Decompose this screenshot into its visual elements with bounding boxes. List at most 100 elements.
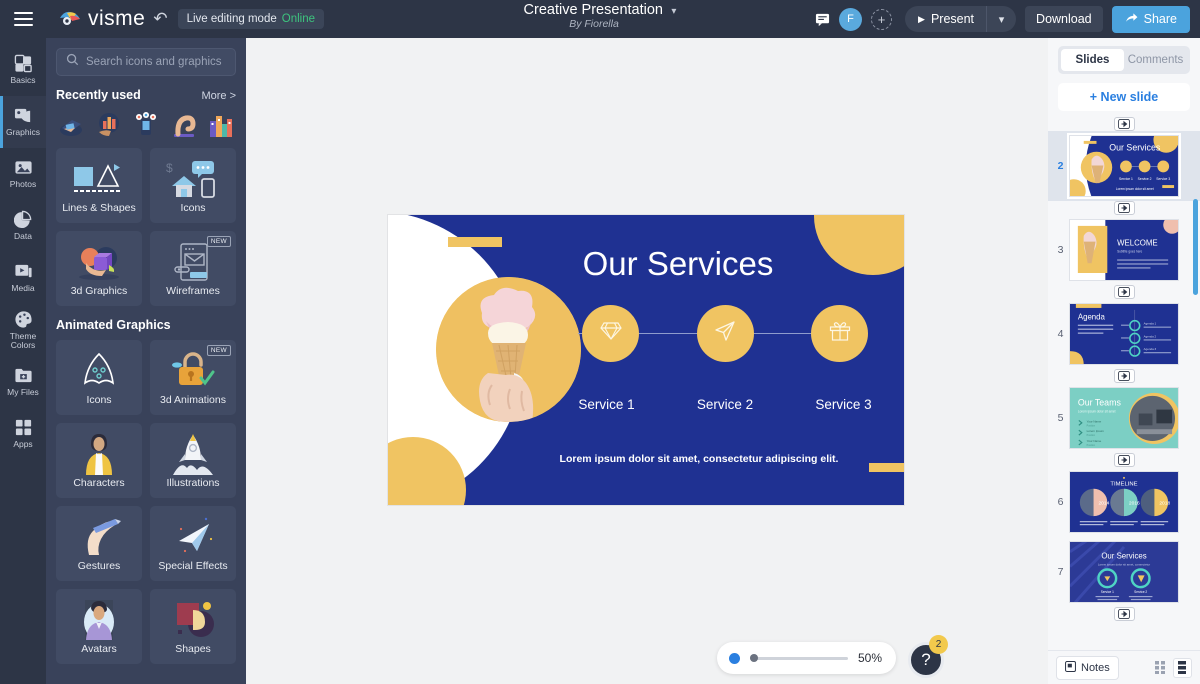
svg-text:2018: 2018 (1159, 500, 1170, 506)
svg-text:Your Name: Your Name (1087, 439, 1102, 443)
service-label-3[interactable]: Service 3 (815, 397, 872, 412)
sidebar-item-media[interactable]: Media (0, 252, 46, 304)
chevron-down-icon[interactable]: ▾ (671, 6, 676, 17)
thumbnail-scrollbar[interactable] (1193, 199, 1198, 295)
hand-phone-notification-graphic[interactable] (131, 110, 161, 140)
sidebar-item-label: Data (14, 232, 32, 241)
hamburger-icon[interactable] (0, 0, 46, 38)
tile-avatars[interactable]: Avatars (56, 589, 142, 664)
svg-text:Agenda 2: Agenda 2 (1144, 334, 1157, 338)
slide-thumb-row-6[interactable]: 6 TIMELINE 2014 (1048, 467, 1200, 537)
tile-illustrations[interactable]: Illustrations (150, 423, 236, 498)
tile-characters[interactable]: Characters (56, 423, 142, 498)
present-dropdown-chevron-down-icon[interactable]: ▾ (986, 6, 1016, 32)
tile-gestures[interactable]: Gestures (56, 506, 142, 581)
add-user-icon[interactable]: + (871, 9, 892, 30)
slide-thumbnail-3[interactable]: WELCOME Subtitle goes here (1069, 219, 1179, 281)
undo-icon[interactable]: ↶ (153, 9, 167, 29)
tile-lines-and-shapes[interactable]: Lines & Shapes (56, 148, 142, 223)
sidebar-item-photos[interactable]: Photos (0, 148, 46, 200)
service-label-2[interactable]: Service 2 (697, 397, 754, 412)
search-box[interactable] (56, 48, 236, 76)
zoom-handle[interactable] (729, 653, 740, 664)
sidebar-item-apps[interactable]: Apps (0, 408, 46, 460)
top-bar: visme ↶ Live editing mode Online Creativ… (0, 0, 1200, 38)
slide-subtitle[interactable]: Lorem ipsum dolor sit amet, consectetur … (518, 453, 880, 465)
svg-text:Agenda: Agenda (1078, 313, 1106, 322)
zoom-slider-thumb[interactable] (750, 654, 758, 662)
service-icon-3[interactable] (811, 305, 868, 362)
tile-shapes[interactable]: Shapes (150, 589, 236, 664)
service-icon-1[interactable] (582, 305, 639, 362)
slide-service-labels: Service 1 Service 2 Service 3 (578, 397, 872, 412)
slide-transition-icon[interactable] (1114, 369, 1135, 383)
slide-transition-icon[interactable] (1114, 117, 1135, 131)
hand-bar-chart-graphic[interactable] (94, 110, 124, 140)
graphics-tiles-animated: Icons NEW 3d Animations Characters (56, 340, 236, 664)
service-label-1[interactable]: Service 1 (578, 397, 635, 412)
shapes-icon (165, 598, 221, 642)
animated-graphics-title: Animated Graphics (56, 318, 236, 332)
tile-3d-animations[interactable]: NEW 3d Animations (150, 340, 236, 415)
svg-text:Lorem ipsum dolor sit amet: Lorem ipsum dolor sit amet (1078, 410, 1116, 414)
slide-thumb-row-3[interactable]: 3 WELCOME Subtitle goes here (1048, 215, 1200, 285)
slide-thumb-row-2[interactable]: 2 Our Services (1048, 131, 1200, 201)
zoom-slider[interactable] (750, 657, 848, 660)
slide-transition-icon[interactable] (1114, 453, 1135, 467)
current-slide[interactable]: Our Services (388, 215, 904, 505)
tab-comments[interactable]: Comments (1124, 49, 1187, 71)
hand-laptop-graphic[interactable] (56, 110, 86, 140)
svg-text:Service 3: Service 3 (1156, 177, 1170, 181)
tab-slides[interactable]: Slides (1061, 49, 1124, 71)
tile-3d-graphics[interactable]: 3d Graphics (56, 231, 142, 306)
transition-chip-wrap-0 (1048, 117, 1200, 131)
slide-canvas-area[interactable]: Our Services (246, 38, 1048, 684)
search-input[interactable] (86, 56, 226, 68)
ice-cream-cone-photo[interactable] (436, 277, 581, 422)
slide-transition-icon[interactable] (1114, 201, 1135, 215)
hand-reaching-graphic[interactable] (169, 110, 199, 140)
recently-used-more-link[interactable]: More > (201, 90, 236, 102)
share-button[interactable]: Share (1112, 6, 1190, 33)
slide-thumb-row-5[interactable]: 5 Our Teams Lorem ipsum dolor sit amet (1048, 383, 1200, 453)
slide-thumb-row-4[interactable]: 4 Agenda Ag (1048, 299, 1200, 369)
present-button[interactable]: ▶ Present (905, 6, 986, 32)
avatar[interactable]: F (839, 8, 862, 31)
sidebar-item-theme-colors[interactable]: Theme Colors (0, 304, 46, 356)
slide-thumbnail-6[interactable]: TIMELINE 2014 2016 (1069, 471, 1179, 533)
slide-thumbnail-4[interactable]: Agenda Agenda 1Agenda 2Agenda 3 (1069, 303, 1179, 365)
list-view-icon[interactable] (1173, 658, 1192, 678)
service-icon-2[interactable] (697, 305, 754, 362)
download-button[interactable]: Download (1025, 6, 1103, 32)
new-slide-button[interactable]: + New slide (1058, 83, 1190, 111)
slide-thumbnail-2[interactable]: Our Services Service 1 Service 2 Service… (1069, 135, 1179, 197)
sidebar-item-graphics[interactable]: Graphics (0, 96, 46, 148)
svg-text:Lorem Ipsum: Lorem Ipsum (1087, 429, 1105, 433)
transition-chip-wrap-1 (1048, 201, 1200, 215)
tile-icons[interactable]: $ Icons (150, 148, 236, 223)
slide-thumbnail-7[interactable]: Our Services Lorem ipsum dolor sit amet,… (1069, 541, 1179, 603)
brand-logo-group[interactable]: visme (58, 7, 145, 31)
slide-transition-icon[interactable] (1114, 607, 1135, 621)
svg-text:TIMELINE: TIMELINE (1110, 482, 1137, 488)
tile-animated-icons[interactable]: Icons (56, 340, 142, 415)
chat-icon[interactable] (815, 12, 830, 27)
slides-panel-footer: Notes (1048, 650, 1200, 684)
theme-colors-icon (14, 310, 33, 329)
slide-title[interactable]: Our Services (388, 245, 904, 283)
sidebar-item-basics[interactable]: Basics (0, 44, 46, 96)
grid-view-icon[interactable] (1151, 658, 1170, 678)
tile-wireframes[interactable]: NEW Wireframes (150, 231, 236, 306)
notes-button[interactable]: Notes (1056, 656, 1119, 680)
tile-special-effects[interactable]: Special Effects (150, 506, 236, 581)
colorful-city-graphic[interactable] (206, 110, 236, 140)
svg-text:Service 2: Service 2 (1134, 590, 1147, 594)
document-title[interactable]: Creative Presentation ▾ By Fiorella (524, 1, 677, 30)
slide-transition-icon[interactable] (1114, 285, 1135, 299)
slide-thumb-row-7[interactable]: 7 Our Services Lorem ipsum dolor sit ame… (1048, 537, 1200, 607)
sidebar-item-my-files[interactable]: My Files (0, 356, 46, 408)
slide-thumbnail-5[interactable]: Our Teams Lorem ipsum dolor sit amet You… (1069, 387, 1179, 449)
tile-label: Icons (180, 202, 205, 214)
sidebar-item-data[interactable]: Data (0, 200, 46, 252)
slide-thumbnail-list[interactable]: 2 Our Services (1048, 117, 1200, 650)
